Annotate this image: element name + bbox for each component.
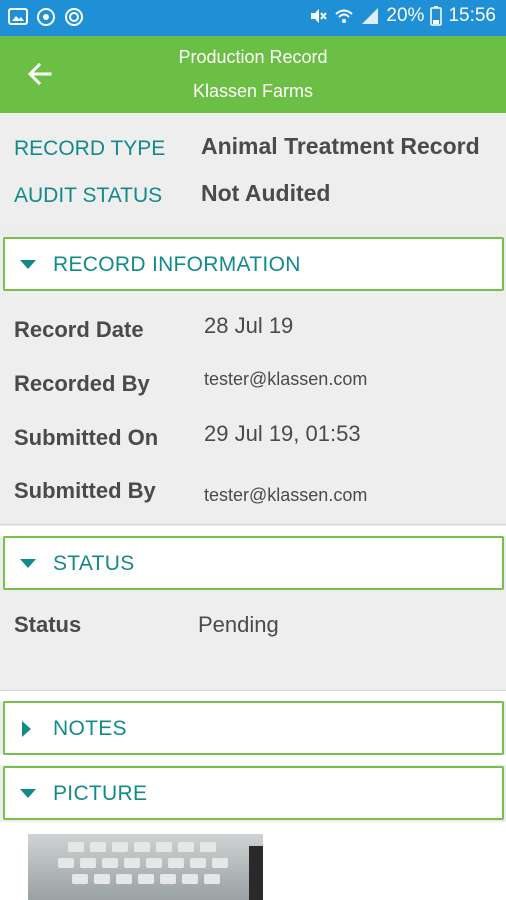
- page-subtitle: Klassen Farms: [192, 81, 314, 101]
- clock: 15:56: [448, 5, 496, 26]
- audit-status-value: Not Audited: [201, 180, 331, 206]
- target-icon: [65, 8, 83, 26]
- section-title: RECORD INFORMATION: [53, 253, 301, 276]
- section-spacer: [0, 755, 506, 765]
- section-spacer: [0, 691, 506, 701]
- app-bar-titles: Production Record Klassen Farms: [0, 44, 506, 104]
- section-title: PICTURE: [53, 782, 148, 805]
- record-date-value: 28 Jul 19: [204, 313, 294, 338]
- system-indicators: 20% 15:56: [308, 5, 496, 27]
- status-value: Pending: [198, 612, 279, 637]
- recorded-by-value: tester@klassen.com: [204, 369, 368, 389]
- system-status-bar: 20% 15:56: [0, 0, 506, 36]
- section-title: NOTES: [53, 717, 127, 740]
- section-title: STATUS: [53, 552, 135, 575]
- notification-icons: [8, 7, 84, 27]
- record-summary: RECORD TYPE Animal Treatment Record AUDI…: [0, 113, 506, 226]
- record-information-panel: Record Date 28 Jul 19 Recorded By tester…: [0, 291, 506, 525]
- battery-icon: [430, 6, 443, 26]
- submitted-on-value: 29 Jul 19, 01:53: [204, 421, 361, 446]
- submitted-by-label: Submitted By: [14, 478, 156, 503]
- triangle-right-icon: [22, 721, 31, 737]
- recorded-by-label: Recorded By: [14, 371, 150, 396]
- submitted-by-value: tester@klassen.com: [204, 485, 368, 505]
- page-title: Production Record: [178, 47, 328, 67]
- section-header-picture[interactable]: PICTURE: [3, 766, 504, 820]
- picture-panel: [0, 822, 506, 900]
- triangle-down-icon: [20, 260, 36, 269]
- status-label: Status: [14, 612, 82, 637]
- sync-icon: [37, 8, 55, 26]
- image-icon: [8, 8, 28, 25]
- wifi-icon: [335, 9, 354, 23]
- section-header-record-information[interactable]: RECORD INFORMATION: [3, 237, 504, 291]
- signal-icon: [362, 8, 379, 24]
- app-bar: Production Record Klassen Farms: [0, 36, 506, 113]
- mute-icon: [311, 9, 328, 23]
- record-type-value: Animal Treatment Record: [201, 133, 480, 159]
- record-type-row: RECORD TYPE Animal Treatment Record: [0, 133, 506, 163]
- triangle-down-icon: [20, 559, 36, 568]
- record-photo-thumbnail[interactable]: [28, 834, 263, 900]
- triangle-down-icon: [20, 789, 36, 798]
- section-header-notes[interactable]: NOTES: [3, 701, 504, 755]
- status-panel: Status Pending: [0, 590, 506, 691]
- submitted-on-label: Submitted On: [14, 425, 159, 450]
- audit-status-row: AUDIT STATUS Not Audited: [0, 180, 506, 210]
- section-header-status[interactable]: STATUS: [3, 536, 504, 590]
- section-spacer: [0, 526, 506, 536]
- record-date-label: Record Date: [14, 317, 144, 342]
- battery-percentage: 20%: [386, 5, 425, 26]
- audit-status-label: AUDIT STATUS: [14, 184, 163, 207]
- record-type-label: RECORD TYPE: [14, 137, 166, 160]
